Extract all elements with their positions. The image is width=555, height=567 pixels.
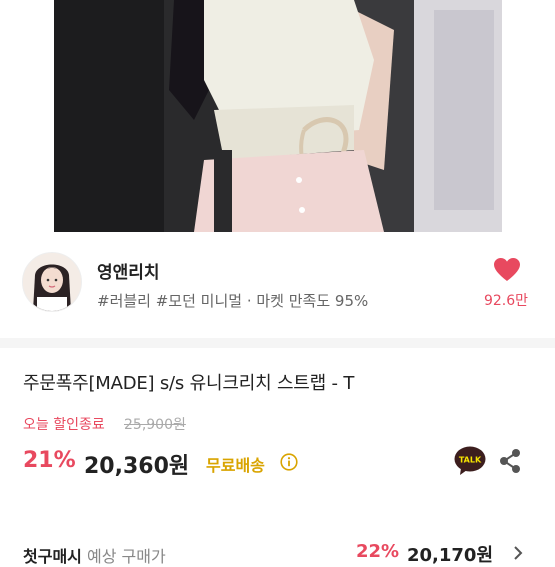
seller-tags: #러블리 #모던 미니멀 · 마켓 만족도 95% [97, 292, 369, 310]
expected-price-label: 예상 구매가 [86, 547, 166, 566]
product-image-area [0, 0, 555, 232]
first-purchase-discount: 22% [356, 541, 400, 562]
sale-price: 20,360원 [84, 454, 190, 479]
seller-name[interactable]: 영앤리치 [97, 258, 160, 283]
svg-text:TALK: TALK [459, 456, 482, 465]
product-title: 주문폭주[MADE] s/s 유니크리치 스트랩 - T [23, 373, 355, 394]
like-count: 92.6만 [483, 293, 529, 309]
seller-section[interactable] [0, 232, 555, 338]
heart-icon[interactable] [494, 258, 520, 282]
discount-rate: 21% [23, 448, 76, 473]
kakao-talk-icon[interactable]: TALK [454, 446, 486, 476]
product-image[interactable] [54, 0, 502, 232]
free-shipping-label: 무료배송 [206, 456, 265, 475]
section-divider [0, 338, 555, 348]
original-price: 25,900원 [124, 417, 186, 433]
seller-avatar[interactable] [22, 252, 82, 312]
first-purchase-title: 첫구매시 [23, 547, 82, 566]
share-icon[interactable] [498, 448, 522, 474]
chevron-right-icon[interactable] [510, 545, 526, 561]
first-purchase-price: 20,170원 [407, 545, 494, 566]
info-icon[interactable] [280, 453, 298, 471]
first-purchase-label: 첫구매시 예상 구매가 [23, 543, 166, 567]
sale-ending-label: 오늘 할인종료 [23, 417, 105, 433]
